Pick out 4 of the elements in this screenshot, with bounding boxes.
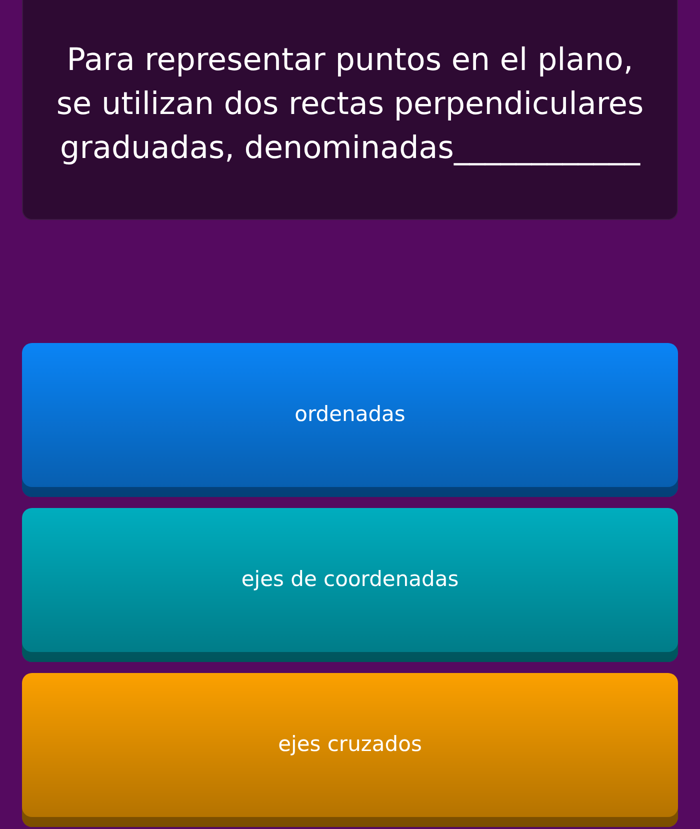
question-text: Para representar puntos en el plano, se utilizan dos rectas perpendiculares graduadas, denominadas____________ [55,40,645,168]
answer-option[interactable]: ejes de coordenadas [22,508,678,662]
answer-option[interactable]: ordenadas [22,343,678,497]
answer-option[interactable]: ejes cruzados [22,673,678,827]
